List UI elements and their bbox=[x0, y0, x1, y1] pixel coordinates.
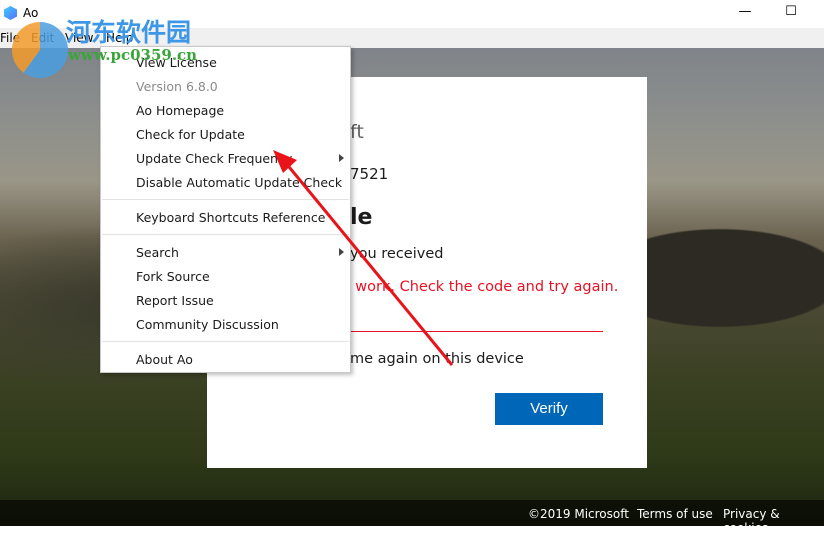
menu-item-fork-source[interactable]: Fork Source bbox=[136, 269, 210, 284]
watermark-text: 河东软件园 bbox=[66, 18, 192, 47]
menu-item-update-frequency[interactable]: Update Check Frequency bbox=[136, 151, 292, 166]
code-input[interactable] bbox=[350, 331, 603, 332]
footer: ©2019 Microsoft Terms of use Privacy & c… bbox=[0, 500, 824, 535]
menu-separator bbox=[102, 199, 349, 200]
watermark-url: www.pc0359.cn bbox=[68, 46, 198, 64]
brand-text: ft bbox=[350, 121, 364, 143]
app-icon bbox=[4, 6, 17, 20]
menu-item-version: Version 6.8.0 bbox=[136, 79, 218, 94]
maximize-button[interactable]: ☐ bbox=[781, 4, 801, 22]
copyright: ©2019 Microsoft bbox=[528, 507, 629, 521]
menu-file[interactable]: File bbox=[0, 31, 20, 45]
menu-item-disable-auto-update[interactable]: Disable Automatic Update Check bbox=[136, 175, 342, 190]
menu-edit[interactable]: Edit bbox=[31, 31, 54, 45]
window-title: Ao bbox=[23, 6, 39, 20]
menu-item-community[interactable]: Community Discussion bbox=[136, 317, 279, 332]
account-text: 7521 bbox=[350, 165, 389, 183]
menu-separator bbox=[102, 341, 349, 342]
help-dropdown-menu: View License Version 6.8.0 Ao Homepage C… bbox=[100, 46, 351, 373]
menu-item-search[interactable]: Search bbox=[136, 245, 179, 260]
menu-item-report-issue[interactable]: Report Issue bbox=[136, 293, 214, 308]
terms-link[interactable]: Terms of use bbox=[637, 507, 713, 521]
instruction-text: you received bbox=[350, 246, 444, 262]
error-message: 't work. Check the code and try again. bbox=[341, 279, 619, 295]
remember-device-label[interactable]: me again on this device bbox=[350, 351, 524, 367]
submenu-arrow-icon bbox=[339, 248, 344, 256]
menu-item-about[interactable]: About Ao bbox=[136, 352, 193, 367]
submenu-arrow-icon bbox=[339, 154, 344, 162]
privacy-link[interactable]: Privacy & cookies bbox=[723, 507, 824, 535]
card-heading: le bbox=[350, 205, 373, 230]
verify-button[interactable]: Verify bbox=[495, 393, 603, 425]
menu-item-check-update[interactable]: Check for Update bbox=[136, 127, 245, 142]
menu-separator bbox=[102, 234, 349, 235]
minimize-button[interactable]: — bbox=[735, 4, 755, 22]
menu-item-homepage[interactable]: Ao Homepage bbox=[136, 103, 224, 118]
menu-item-shortcuts[interactable]: Keyboard Shortcuts Reference bbox=[136, 210, 325, 225]
